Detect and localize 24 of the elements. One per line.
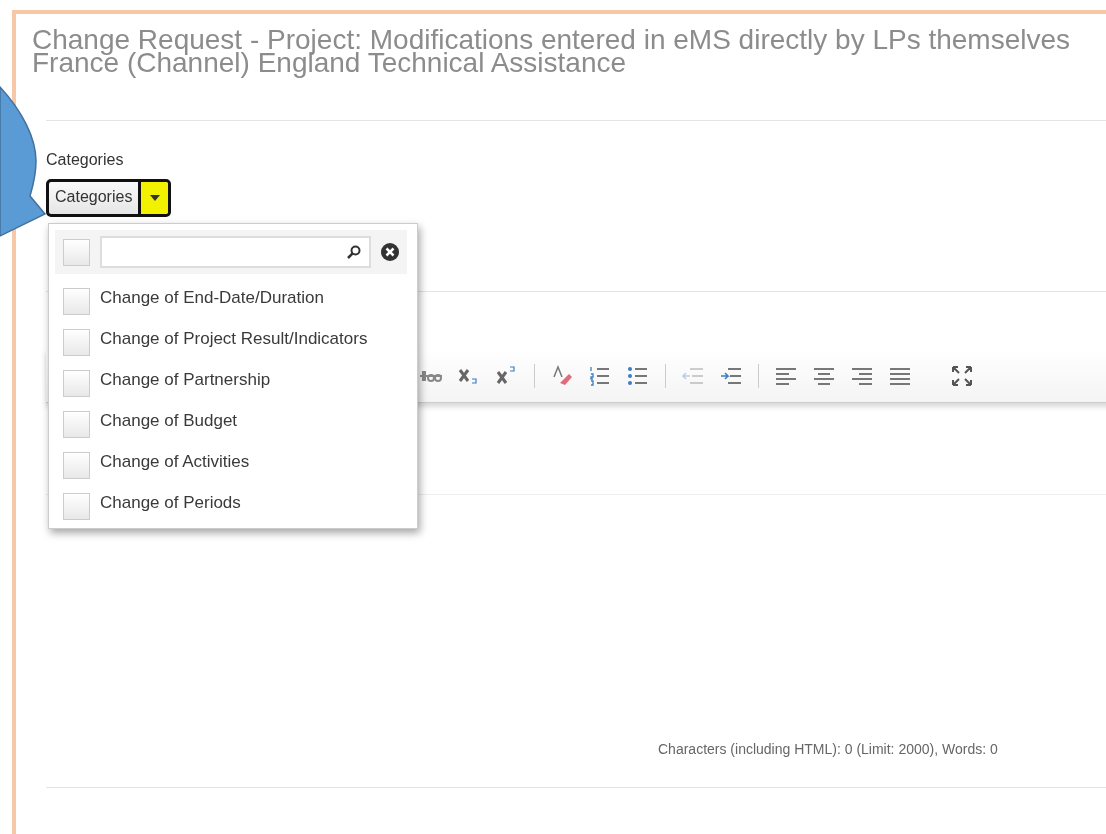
search-field[interactable] xyxy=(100,236,371,268)
field-label: Categories xyxy=(46,151,124,169)
category-option[interactable]: Change of End-Date/Duration xyxy=(55,288,407,315)
checkbox[interactable] xyxy=(63,288,90,315)
caret-icon xyxy=(149,195,160,201)
category-option[interactable]: Change of Partnership xyxy=(55,370,407,397)
categories-dropdown[interactable]: Categories xyxy=(46,179,172,217)
eraser-icon[interactable] xyxy=(551,364,573,387)
character-counter: Characters (including HTML): 0 (Limit: 2000), Words: 0 xyxy=(658,741,999,757)
category-option[interactable]: Change of Periods xyxy=(55,493,407,520)
search-icon xyxy=(347,245,361,259)
checkbox[interactable] xyxy=(63,493,90,520)
checkbox[interactable] xyxy=(63,370,90,397)
category-option[interactable]: Change of Activities xyxy=(55,452,407,479)
checkbox[interactable] xyxy=(63,329,90,356)
checkbox[interactable] xyxy=(63,452,90,479)
category-option[interactable]: Change of Budget xyxy=(55,411,407,438)
checkbox[interactable] xyxy=(63,411,90,438)
maximize-icon[interactable] xyxy=(951,364,973,387)
select-all-checkbox[interactable] xyxy=(63,238,90,266)
numbered-list-icon[interactable] xyxy=(589,364,611,387)
close-icon[interactable] xyxy=(381,243,399,261)
bullet-list-icon[interactable] xyxy=(627,364,649,387)
category-option[interactable]: Change of Project Result/Indicators xyxy=(55,329,407,356)
